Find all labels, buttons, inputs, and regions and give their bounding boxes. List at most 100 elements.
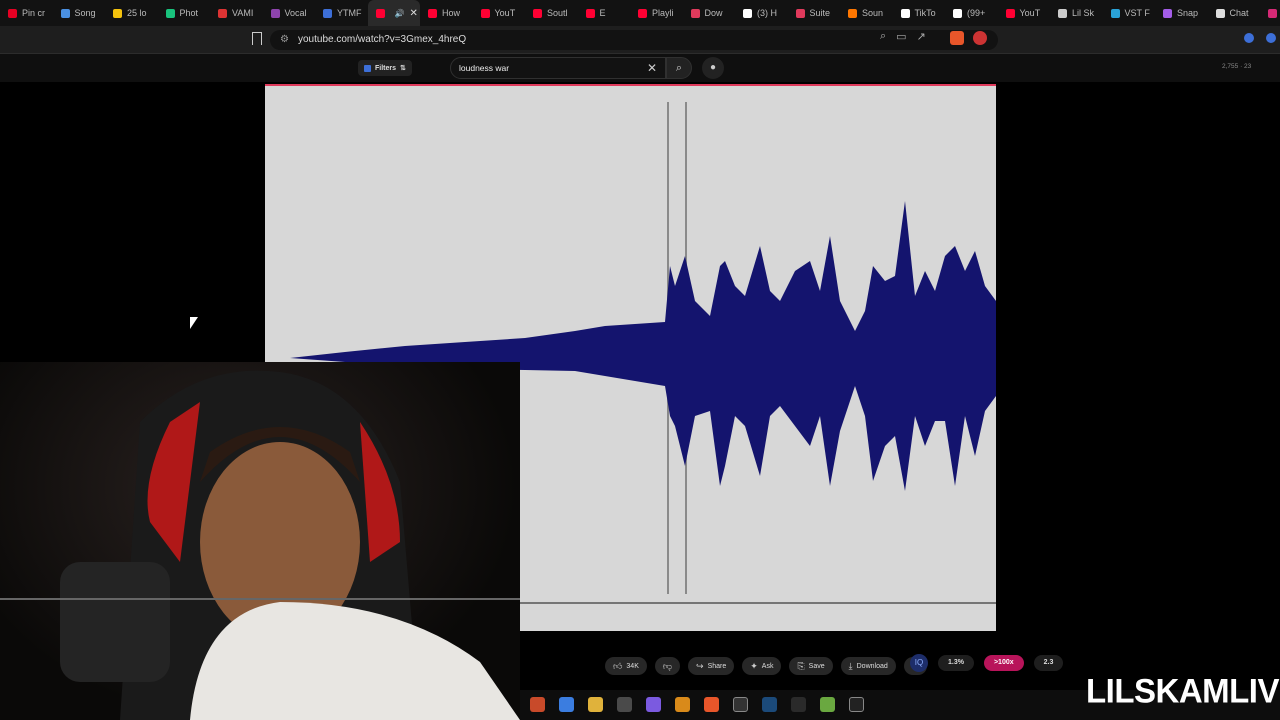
tab-favicon-icon xyxy=(533,8,542,18)
tab-label: YouT xyxy=(1019,8,1041,18)
browser-tab[interactable]: Suite xyxy=(788,0,841,26)
header-counts: 2,755 · 23 xyxy=(1222,63,1252,70)
tab-favicon-icon xyxy=(270,8,280,18)
tab-favicon-icon xyxy=(165,8,175,18)
browser-tab[interactable]: YouT xyxy=(473,0,526,26)
search-icon: ⌕ xyxy=(675,62,683,74)
browser-tab[interactable]: YouT xyxy=(998,0,1051,26)
browser-tab[interactable]: Soun xyxy=(840,0,893,26)
browser-tab[interactable]: Chat xyxy=(1208,0,1261,26)
tab-favicon-icon xyxy=(690,8,700,18)
discord-icon[interactable] xyxy=(646,697,661,712)
tab-favicon-icon xyxy=(1005,8,1015,18)
tab-label: Dow xyxy=(704,8,723,18)
stats-badge[interactable]: IQ xyxy=(910,654,928,672)
tab-favicon-icon xyxy=(1163,8,1172,18)
bookmark-save-icon: ⎘ xyxy=(797,660,805,671)
profile-icon[interactable] xyxy=(1266,33,1276,43)
extension-icon[interactable] xyxy=(1244,33,1254,43)
browser-tab[interactable]: VAMI xyxy=(210,0,263,26)
app-icon[interactable] xyxy=(530,697,545,712)
share-page-icon[interactable]: ↗ xyxy=(917,30,926,43)
search-value: loudness war xyxy=(459,63,510,73)
download-icon: ⤓ xyxy=(848,660,853,671)
tab-favicon-icon xyxy=(480,8,490,18)
steam-icon[interactable] xyxy=(762,697,777,712)
browser-tab[interactable]: How xyxy=(420,0,473,26)
browser-tab[interactable]: Pin cr xyxy=(0,0,53,26)
brave-shield-icon[interactable] xyxy=(950,31,964,45)
clear-search-icon[interactable]: ✕ xyxy=(647,58,657,78)
dislike-button[interactable]: 👎︎ xyxy=(654,657,681,675)
site-info-icon[interactable]: ⚙ xyxy=(280,30,289,50)
stat-3: 2.3 xyxy=(1033,655,1064,671)
tab-favicon-icon xyxy=(375,8,385,18)
store-icon[interactable] xyxy=(617,697,632,712)
browser-tab[interactable]: Phot xyxy=(158,0,211,26)
app-icon[interactable] xyxy=(733,697,748,712)
tab-label: Chat xyxy=(1229,8,1249,18)
zoom-icon[interactable]: ⌕ xyxy=(880,30,886,43)
tab-favicon-icon xyxy=(900,8,910,18)
share-icon: ↪ xyxy=(696,660,704,671)
browser-tab[interactable]: YTMF xyxy=(315,0,368,26)
browser-tab[interactable]: 🔊 ✕ xyxy=(367,0,420,26)
browser-tab[interactable]: Vocal xyxy=(263,0,316,26)
ask-button[interactable]: ✦ Ask xyxy=(742,657,782,675)
brave-rewards-icon[interactable] xyxy=(973,31,987,45)
app-icon[interactable] xyxy=(675,697,690,712)
ask-label: Ask xyxy=(761,662,774,670)
download-button[interactable]: ⤓ Download xyxy=(840,657,896,675)
browser-tab[interactable]: 25 lo xyxy=(105,0,158,26)
brave-icon[interactable] xyxy=(704,697,719,712)
bookmark-icon[interactable] xyxy=(252,32,262,45)
share-button[interactable]: ↪ Share xyxy=(688,657,735,675)
tab-label: TikTo xyxy=(914,8,936,18)
tab-favicon-icon xyxy=(1058,8,1067,18)
search-input[interactable]: loudness war ✕ xyxy=(450,57,666,79)
browser-tab[interactable]: Dow xyxy=(683,0,736,26)
edge-icon[interactable] xyxy=(559,697,574,712)
filters-button[interactable]: Filters ⇅ xyxy=(358,60,412,76)
download-label: Download xyxy=(856,662,888,670)
tab-label: Snap xyxy=(1177,8,1199,18)
tab-label: YouT xyxy=(494,8,516,18)
browser-tab[interactable]: TikTo xyxy=(893,0,946,26)
tab-label: VST F xyxy=(1124,8,1150,18)
tab-favicon-icon xyxy=(795,8,805,18)
tab-label: VAMI xyxy=(232,8,254,18)
save-button[interactable]: ⎘ Save xyxy=(789,657,833,675)
tab-favicon-icon xyxy=(585,8,595,18)
app-icon[interactable] xyxy=(849,697,864,712)
browser-tab[interactable]: Lil Sk xyxy=(1050,0,1103,26)
filters-label: Filters xyxy=(375,64,397,72)
tab-close-icon[interactable]: ✕ xyxy=(409,8,417,19)
search-button[interactable]: ⌕ xyxy=(666,57,692,79)
stat-1: 1.3% xyxy=(938,655,974,671)
app-icon[interactable] xyxy=(791,697,806,712)
browser-tab[interactable]: Soutl xyxy=(525,0,578,26)
cast-icon[interactable]: ▭ xyxy=(896,30,906,43)
tab-favicon-icon xyxy=(113,8,122,18)
browser-tab[interactable]: (3) H xyxy=(735,0,788,26)
browser-tab[interactable]: VST F xyxy=(1103,0,1156,26)
browser-tab[interactable]: Playli xyxy=(630,0,683,26)
browser-tab[interactable]: Snap xyxy=(1155,0,1208,26)
tab-label: 25 lo xyxy=(127,8,147,18)
tab-label: How xyxy=(442,8,461,18)
tab-label: Playli xyxy=(652,8,674,18)
app-icon[interactable] xyxy=(820,697,835,712)
tab-favicon-icon xyxy=(1215,8,1225,18)
folder-icon[interactable] xyxy=(588,697,603,712)
browser-tab[interactable]: Song xyxy=(53,0,106,26)
streamer-figure xyxy=(0,370,520,720)
browser-tab[interactable]: Inst xyxy=(1260,0,1280,26)
tab-favicon-icon xyxy=(1268,8,1277,18)
tab-audio-icon[interactable]: 🔊 xyxy=(395,9,405,18)
filters-icon xyxy=(364,64,371,72)
browser-tab[interactable]: E xyxy=(578,0,631,26)
browser-tab[interactable]: (99+ xyxy=(945,0,998,26)
like-button[interactable]: 👍︎ 34K xyxy=(605,657,647,675)
tab-favicon-icon xyxy=(8,8,17,18)
voice-search-button[interactable]: ● xyxy=(702,57,724,79)
